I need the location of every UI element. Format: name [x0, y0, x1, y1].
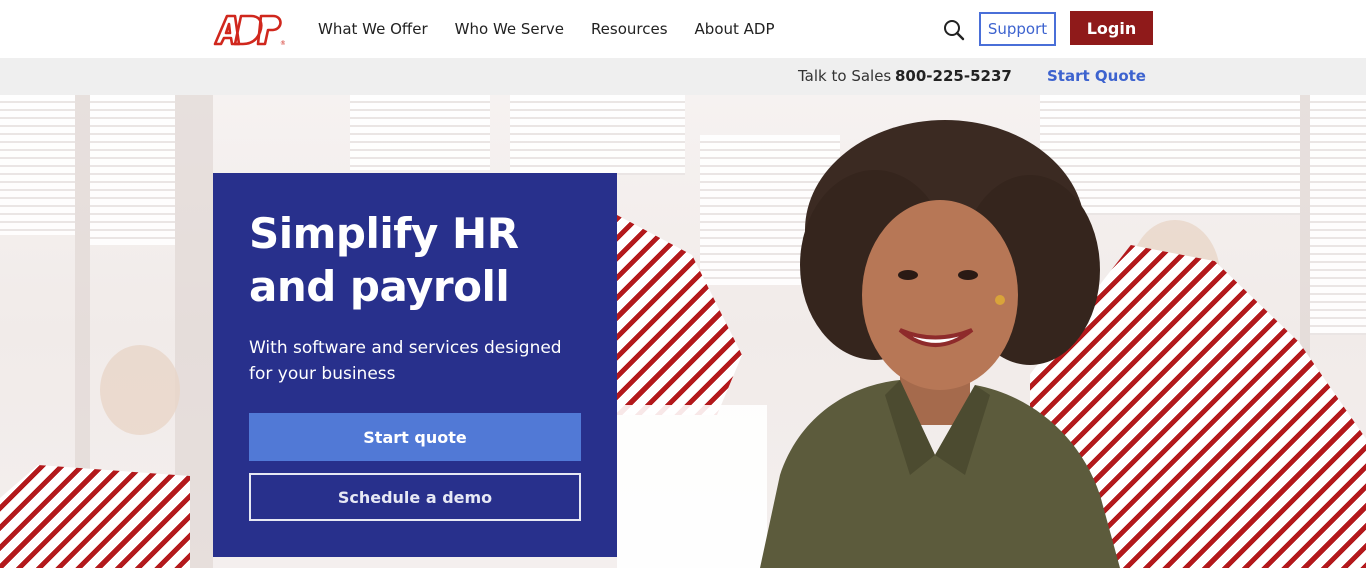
nav-who-we-serve[interactable]: Who We Serve [455, 20, 564, 38]
adp-logo[interactable]: ® [213, 12, 285, 46]
nav-what-we-offer[interactable]: What We Offer [318, 20, 428, 38]
hero-banner: Simplify HR and payroll With software an… [0, 95, 1366, 568]
background-window [350, 95, 490, 170]
main-nav: What We Offer Who We Serve Resources Abo… [318, 0, 802, 58]
background-window [90, 95, 175, 245]
search-icon[interactable] [943, 19, 965, 41]
nav-about-adp[interactable]: About ADP [695, 20, 775, 38]
sales-phone-number[interactable]: 800-225-5237 [895, 67, 1012, 85]
smiling-woman-photo [760, 120, 1120, 568]
background-window [1310, 95, 1366, 335]
sales-bar: Talk to Sales 800-225-5237 Start Quote [0, 58, 1366, 95]
login-button[interactable]: Login [1070, 11, 1153, 45]
top-navigation: ® What We Offer Who We Serve Resources A… [0, 0, 1366, 58]
hero-title: Simplify HR and payroll [249, 209, 519, 311]
start-quote-button[interactable]: Start quote [249, 413, 581, 461]
svg-text:®: ® [280, 40, 285, 46]
background-person [100, 345, 180, 435]
striped-shirt-left [0, 465, 190, 568]
talk-to-sales-label: Talk to Sales [798, 67, 892, 85]
background-window [510, 95, 685, 175]
hero-card: Simplify HR and payroll With software an… [213, 173, 617, 557]
background-window [0, 95, 75, 235]
support-button[interactable]: Support [979, 12, 1056, 46]
schedule-demo-button[interactable]: Schedule a demo [249, 473, 581, 521]
start-quote-link[interactable]: Start Quote [1047, 67, 1146, 85]
hero-subtitle: With software and services designed for … [249, 338, 562, 384]
nav-resources[interactable]: Resources [591, 20, 668, 38]
background-table [617, 405, 767, 568]
